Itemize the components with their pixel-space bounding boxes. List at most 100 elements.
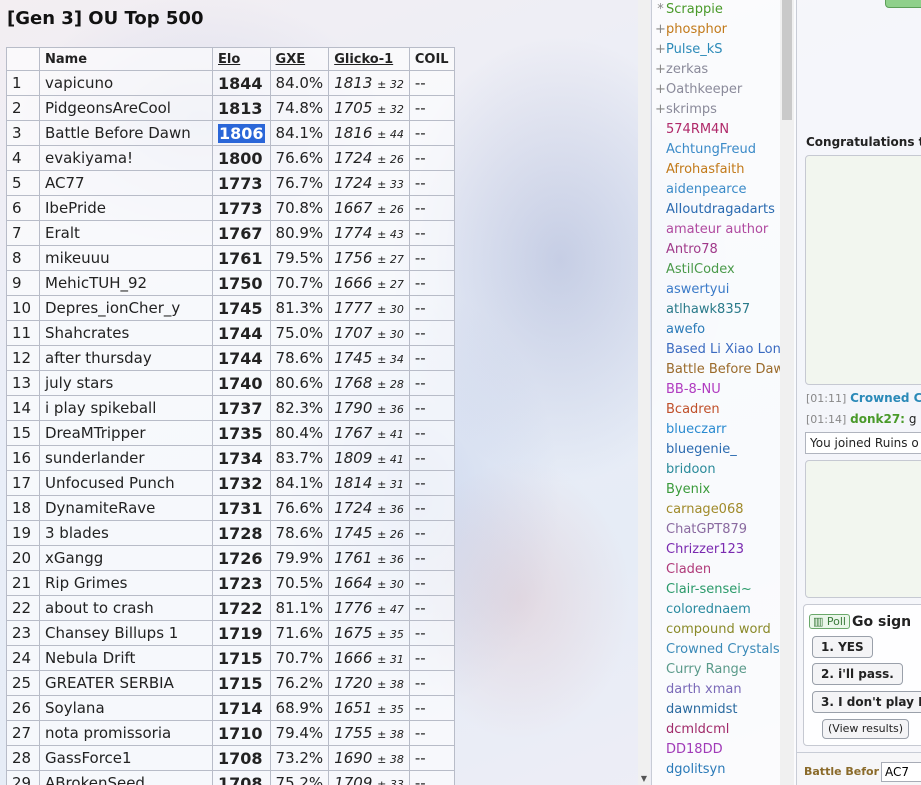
user-name[interactable]: Oathkeeper <box>666 82 742 97</box>
player-name-cell[interactable]: about to crash <box>39 595 213 621</box>
chat-input[interactable] <box>881 762 921 782</box>
user-list-item[interactable]: +Pulse_kS <box>652 40 796 60</box>
user-name[interactable]: BB-8-NU <box>666 382 721 397</box>
player-name-cell[interactable]: mikeuuu <box>39 245 213 271</box>
player-name-cell[interactable]: DynamiteRave <box>39 495 213 521</box>
user-name[interactable]: Crowned Crystals <box>666 642 780 657</box>
player-name-cell[interactable]: DreaMTripper <box>39 420 213 446</box>
user-name[interactable]: darth xman <box>666 682 742 697</box>
user-list-item[interactable]: aswertyui <box>652 280 796 300</box>
player-name-cell[interactable]: Nebula Drift <box>39 645 213 671</box>
poll-option-3[interactable]: 3. I don't play D <box>812 691 921 713</box>
user-list-item[interactable]: AchtungFreud <box>652 140 796 160</box>
player-name-cell[interactable]: evakiyama! <box>39 145 213 171</box>
user-name[interactable]: Byenix <box>666 482 710 497</box>
user-name[interactable]: Curry Range <box>666 662 747 677</box>
user-list-item[interactable]: dgolitsyn <box>652 760 796 780</box>
user-list-item[interactable]: Based Li Xiao Long <box>652 340 796 360</box>
user-name[interactable]: aidenpearce <box>666 182 747 197</box>
user-name[interactable]: Scrappie <box>666 2 723 17</box>
user-list-item[interactable]: +phosphor <box>652 20 796 40</box>
user-list-item[interactable]: compound word <box>652 620 796 640</box>
player-name-cell[interactable]: Soylana <box>39 695 213 721</box>
user-list-item[interactable]: AlIoutdragadarts <box>652 200 796 220</box>
user-name[interactable]: atlhawk8357 <box>666 302 750 317</box>
user-name[interactable]: AchtungFreud <box>666 142 756 157</box>
player-name-cell[interactable]: AC77 <box>39 170 213 196</box>
user-name[interactable]: dcmldcml <box>666 722 729 737</box>
user-list-item[interactable]: dawnmidst <box>652 700 796 720</box>
user-list-item[interactable]: +Oathkeeper <box>652 80 796 100</box>
user-list-item[interactable]: AstilCodex <box>652 260 796 280</box>
top-green-button[interactable] <box>885 0 921 8</box>
user-name[interactable]: skrimps <box>666 102 717 117</box>
user-name[interactable]: dgolitsyn <box>666 762 725 777</box>
player-name-cell[interactable]: Eralt <box>39 220 213 246</box>
user-name[interactable]: 574RM4N <box>666 122 729 137</box>
player-name-cell[interactable]: Depres_ionCher_y <box>39 295 213 321</box>
poll-option-1[interactable]: 1. YES <box>812 636 873 658</box>
player-name-cell[interactable]: xGangg <box>39 545 213 571</box>
player-name-cell[interactable]: Shahcrates <box>39 320 213 346</box>
player-name-cell[interactable]: july stars <box>39 370 213 396</box>
user-list-item[interactable]: BB-8-NU <box>652 380 796 400</box>
user-list-item[interactable]: carnage068 <box>652 500 796 520</box>
player-name-cell[interactable]: Rip Grimes <box>39 570 213 596</box>
user-list-item[interactable]: Claden <box>652 560 796 580</box>
user-name[interactable]: Chrizzer123 <box>666 542 744 557</box>
player-name-cell[interactable]: Battle Before Dawn <box>39 120 213 146</box>
user-name[interactable]: amateur author <box>666 222 768 237</box>
user-name[interactable]: dawnmidst <box>666 702 738 717</box>
player-name-cell[interactable]: sunderlander <box>39 445 213 471</box>
user-name[interactable]: ChatGPT879 <box>666 522 747 537</box>
user-name[interactable]: Based Li Xiao Long <box>666 342 789 357</box>
player-name-cell[interactable]: ABrokenSeed <box>39 770 213 785</box>
userlist-scrollbar[interactable] <box>780 0 794 785</box>
user-list-item[interactable]: Clair-sensei~ <box>652 580 796 600</box>
user-list-item[interactable]: Byenix <box>652 480 796 500</box>
user-list-item[interactable]: awefo <box>652 320 796 340</box>
poll-option-2[interactable]: 2. i'll pass. <box>812 663 903 685</box>
player-name-cell[interactable]: MehicTUH_92 <box>39 270 213 296</box>
user-list-item[interactable]: dcmldcml <box>652 720 796 740</box>
user-name[interactable]: DD18DD <box>666 742 723 757</box>
user-list-item[interactable]: darth xman <box>652 680 796 700</box>
player-name-cell[interactable]: nota promissoria <box>39 720 213 746</box>
player-name-cell[interactable]: i play spikeball <box>39 395 213 421</box>
user-list-item[interactable]: Bcadren <box>652 400 796 420</box>
user-list-item[interactable]: * Scrappie <box>652 0 796 20</box>
user-list-item[interactable]: Curry Range <box>652 660 796 680</box>
user-list-item[interactable]: amateur author <box>652 220 796 240</box>
user-list-item[interactable]: atlhawk8357 <box>652 300 796 320</box>
player-name-cell[interactable]: GassForce1 <box>39 745 213 771</box>
player-name-cell[interactable]: after thursday <box>39 345 213 371</box>
user-name[interactable]: zerkas <box>666 62 708 77</box>
user-name[interactable]: Antro78 <box>666 242 718 257</box>
scroll-down-icon[interactable]: ▼ <box>638 774 650 783</box>
user-name[interactable]: AstilCodex <box>666 262 735 277</box>
user-list-item[interactable]: colorednaem <box>652 600 796 620</box>
main-scrollbar[interactable]: ▼ <box>638 0 650 785</box>
chat-username[interactable]: donk27: <box>850 412 905 426</box>
player-name-cell[interactable]: IbePride <box>39 195 213 221</box>
user-name[interactable]: aswertyui <box>666 282 729 297</box>
player-name-cell[interactable]: PidgeonsAreCool <box>39 95 213 121</box>
user-name[interactable]: bridoon <box>666 462 716 477</box>
user-name[interactable]: compound word <box>666 622 771 637</box>
player-name-cell[interactable]: Chansey Billups 1 <box>39 620 213 646</box>
user-name[interactable]: Pulse_kS <box>666 42 723 57</box>
user-list-item[interactable]: Crowned Crystals <box>652 640 796 660</box>
chat-username[interactable]: Crowned C <box>850 391 921 405</box>
user-name[interactable]: AlIoutdragadarts <box>666 202 775 217</box>
view-results-button[interactable]: (View results) <box>822 719 910 739</box>
user-name[interactable]: phosphor <box>666 22 727 37</box>
user-list-item[interactable]: blueczarr <box>652 420 796 440</box>
user-name[interactable]: Clair-sensei~ <box>666 582 752 597</box>
user-name[interactable]: Bcadren <box>666 402 720 417</box>
user-name[interactable]: Afrohasfaith <box>666 162 745 177</box>
user-name[interactable]: colorednaem <box>666 602 751 617</box>
player-name-cell[interactable]: 3 blades <box>39 520 213 546</box>
user-list-item[interactable]: Antro78 <box>652 240 796 260</box>
user-name[interactable]: blueczarr <box>666 422 727 437</box>
user-list-item[interactable]: DD18DD <box>652 740 796 760</box>
